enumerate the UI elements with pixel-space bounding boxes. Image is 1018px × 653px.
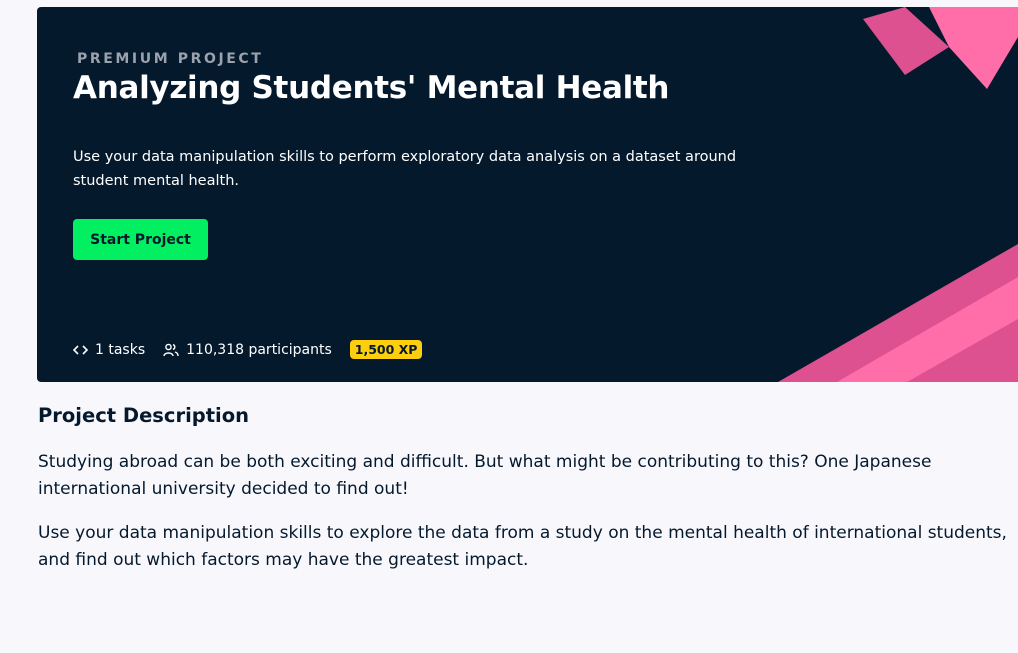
- project-hero-banner: PREMIUM PROJECT Analyzing Students' Ment…: [37, 7, 1018, 382]
- participants-count: 110,318 participants: [163, 342, 332, 358]
- description-paragraph-2: Use your data manipulation skills to exp…: [38, 523, 1007, 570]
- project-meta: 1 tasks 110,318 participants 1,500 XP: [73, 340, 423, 359]
- participants-label: 110,318 participants: [186, 341, 332, 358]
- users-icon: [163, 343, 179, 357]
- xp-badge: 1,500 XP: [349, 340, 423, 359]
- tasks-label: 1 tasks: [95, 341, 146, 358]
- tasks-count: 1 tasks: [73, 342, 145, 358]
- description-paragraph-1: Studying abroad can be both exciting and…: [38, 452, 932, 499]
- start-project-button[interactable]: Start Project: [73, 219, 208, 260]
- project-description-heading: Project Description: [38, 404, 250, 427]
- project-title: Analyzing Students' Mental Health: [73, 70, 670, 106]
- code-icon: [73, 344, 88, 356]
- premium-project-label: PREMIUM PROJECT: [77, 51, 264, 67]
- project-summary: Use your data manipulation skills to per…: [73, 149, 737, 189]
